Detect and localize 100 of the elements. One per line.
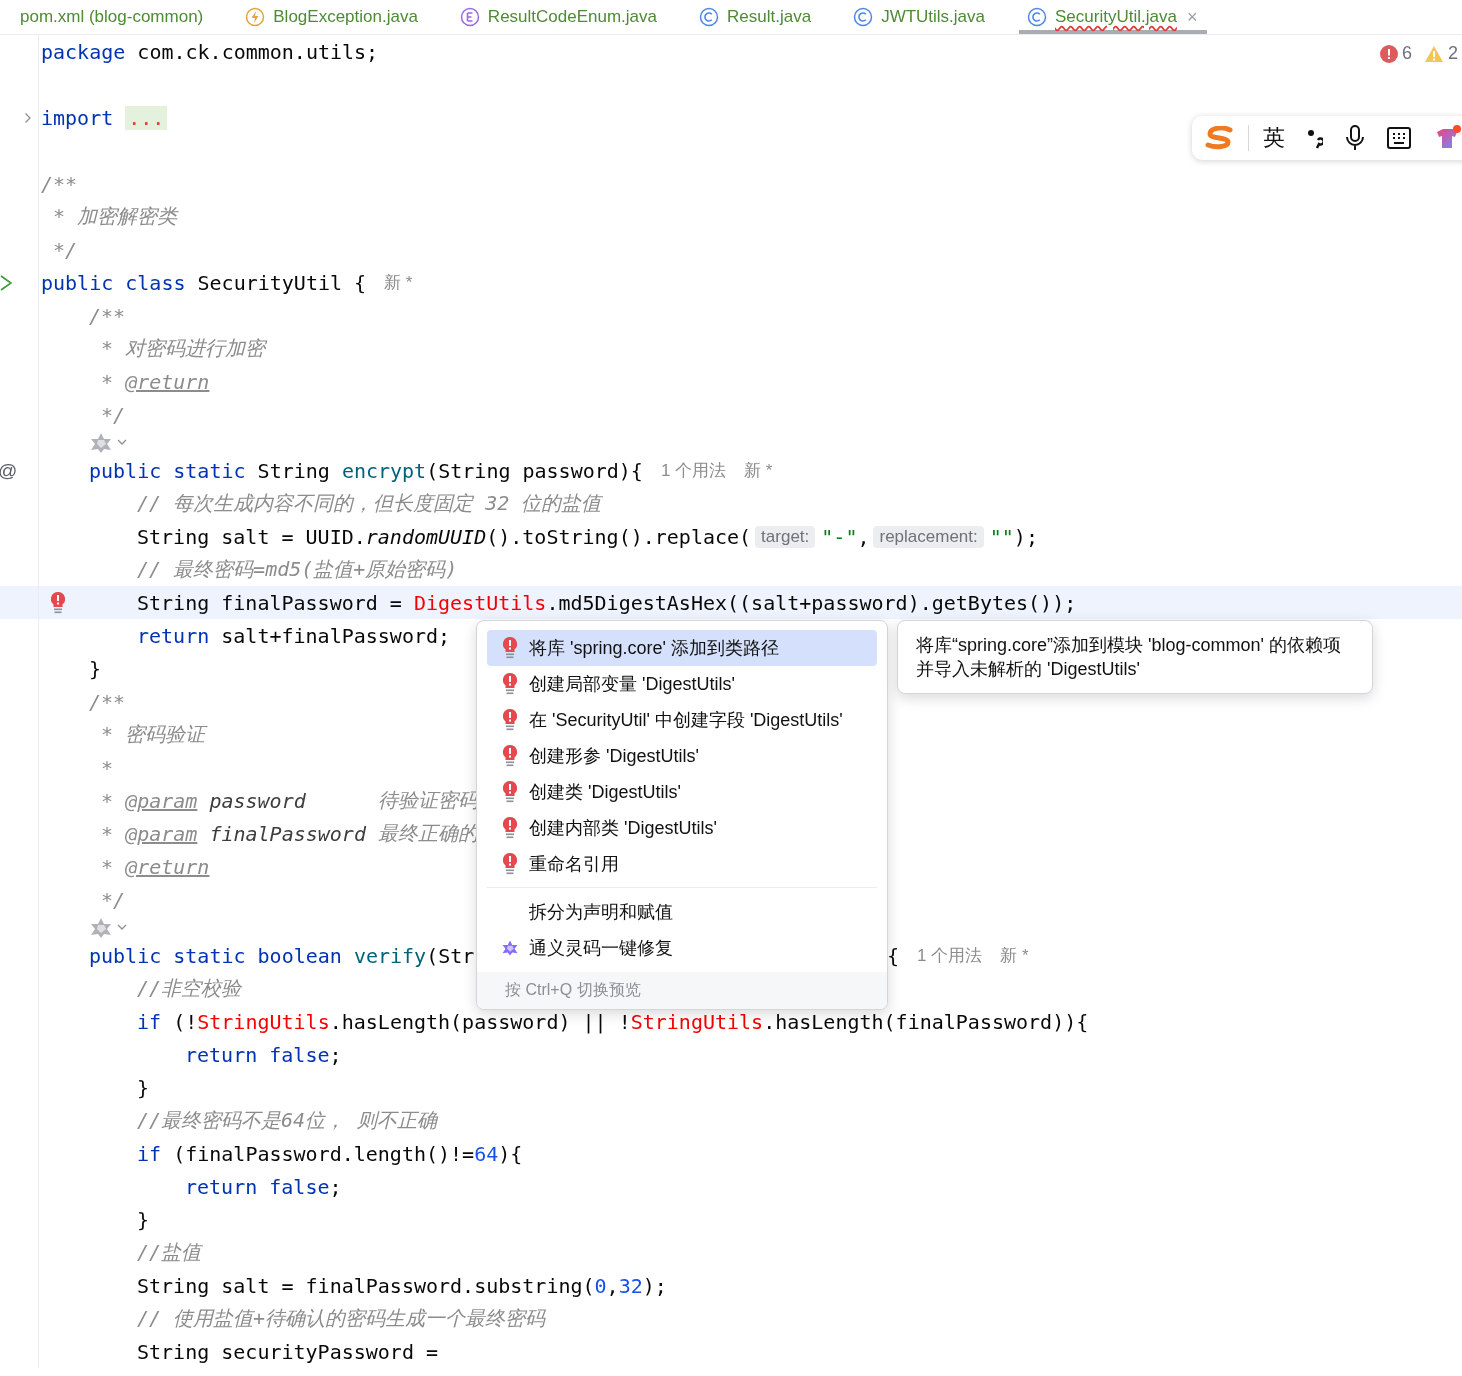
tab-label[interactable]: pom.xml (blog-common): [20, 7, 204, 27]
code-text: String finalPassword =: [137, 590, 403, 615]
enum-icon: [459, 7, 480, 27]
comment: *: [100, 369, 115, 394]
error-bulb-icon[interactable]: [503, 853, 517, 875]
doc-tag: @return: [125, 369, 210, 394]
parameter-hint[interactable]: target:: [755, 525, 816, 548]
fix-preview-tooltip: 将库“spring.core”添加到模块 'blog-common' 的依赖项并导入未解析的 'DigestUtils': [897, 620, 1373, 694]
chevron-down-icon[interactable]: [117, 924, 127, 931]
editor-tab[interactable]: JWTUtils.java: [845, 0, 994, 34]
editor-tab[interactable]: pom.xml (blog-common): [12, 0, 212, 34]
quick-fix-item[interactable]: 创建内部类 'DigestUtils': [487, 810, 877, 846]
code-text: );: [1013, 524, 1038, 549]
keyword: public class: [41, 270, 186, 295]
comment: *: [100, 854, 115, 879]
error-bulb-icon[interactable]: [503, 817, 517, 839]
comment: //最终密码不是64位， 则不正确: [137, 1107, 438, 1134]
class-icon: [699, 7, 719, 27]
comment: * 加密解密类: [52, 203, 178, 230]
code-text: {: [887, 943, 900, 968]
code-text: com.ck.common.utils;: [136, 39, 379, 64]
code-text: String: [256, 458, 331, 483]
class-icon: [1027, 7, 1048, 27]
usage-hint: 新 *: [744, 460, 773, 482]
editor-tab[interactable]: SecurityUtil.java ×: [1019, 0, 1208, 34]
run-icon[interactable]: [0, 274, 12, 291]
code-text: String securityPassword =: [137, 1339, 439, 1364]
tab-label[interactable]: BlogException.java: [273, 7, 418, 27]
ai-assistant-icon[interactable]: [89, 916, 113, 939]
quick-fix-item[interactable]: 创建类 'DigestUtils': [487, 774, 877, 810]
tab-label[interactable]: ResultCodeEnum.java: [487, 7, 657, 27]
code-text: salt+finalPassword;: [220, 623, 451, 648]
error-icon[interactable]: [1379, 44, 1398, 63]
tab-label[interactable]: JWTUtils.java: [881, 7, 986, 27]
error-bulb-icon[interactable]: [51, 592, 65, 614]
keyword: public static: [89, 458, 246, 483]
comment: //非空校验: [137, 975, 242, 1002]
usage-hint: 新 *: [1000, 945, 1029, 967]
error-bulb-icon[interactable]: [503, 637, 517, 659]
popup-hint: 按 Ctrl+Q 切换预览: [477, 972, 887, 1009]
input-method-logo-icon[interactable]: [1204, 126, 1234, 150]
code-text: .hasLength(finalPassword)){: [763, 1009, 1089, 1034]
quick-fix-item[interactable]: 拆分为声明和赋值: [487, 894, 877, 930]
editor-tab[interactable]: BlogException.java: [237, 0, 426, 34]
code-text: ;: [329, 1174, 342, 1199]
code-text: ,: [606, 1273, 619, 1298]
comment: */: [52, 237, 78, 262]
quick-fix-item[interactable]: 重命名引用: [487, 846, 877, 882]
code-text: .md5DigestAsHex((salt+password).getBytes());: [546, 590, 1077, 615]
method-name: encrypt: [341, 458, 427, 483]
error-bulb-icon[interactable]: [503, 673, 517, 695]
unresolved-symbol: DigestUtils: [413, 590, 547, 615]
method-name: verify: [352, 943, 427, 968]
quick-fix-item[interactable]: 创建形参 'DigestUtils': [487, 738, 877, 774]
quick-fix-item[interactable]: 在 'SecurityUtil' 中创建字段 'DigestUtils': [487, 702, 877, 738]
comment: // 每次生成内容不同的，但长度固定 32 位的盐值: [137, 490, 602, 517]
code-text: );: [642, 1273, 667, 1298]
usage-hint: 1 个用法: [917, 945, 983, 967]
error-bulb-icon[interactable]: [503, 781, 517, 803]
keyword: if: [137, 1141, 162, 1166]
usage-hint: 新 *: [384, 272, 413, 294]
usage-hint: 1 个用法: [660, 460, 727, 482]
comment: * 对密码进行加密: [100, 335, 266, 362]
code-text: String salt = finalPassword.substring(: [137, 1273, 595, 1298]
input-mode-toggle[interactable]: 英: [1263, 123, 1285, 153]
exception-class-icon: [245, 7, 266, 27]
punctuation-icon[interactable]: [1307, 127, 1323, 149]
comment: // 最终密码=md5(盐值+原始密码): [137, 556, 458, 583]
chevron-down-icon[interactable]: [117, 439, 127, 446]
comment: *: [100, 755, 114, 780]
param-name: password: [208, 788, 306, 813]
code-text: (finalPassword.length()!=: [172, 1141, 475, 1166]
class-icon: [853, 7, 874, 27]
error-bulb-icon[interactable]: [503, 709, 517, 731]
keyboard-icon[interactable]: [1387, 127, 1411, 149]
tab-label[interactable]: Result.java: [727, 7, 812, 27]
close-tab-button[interactable]: ×: [1184, 6, 1200, 28]
keyword: import: [41, 105, 114, 130]
override-marker[interactable]: @: [0, 459, 18, 482]
tab-label[interactable]: SecurityUtil.java: [1055, 7, 1177, 27]
quick-fix-item[interactable]: 通义灵码一键修复: [487, 930, 877, 966]
code-text: .hasLength(password) || !: [329, 1009, 631, 1034]
error-bulb-icon[interactable]: [503, 745, 517, 767]
string-literal: "-": [821, 524, 858, 549]
code-text: String salt = UUID.: [137, 524, 366, 549]
error-count: 6: [1401, 43, 1412, 64]
keyword: package: [41, 39, 126, 64]
quick-fix-item[interactable]: 将库 'spring.core' 添加到类路径: [487, 630, 877, 666]
ai-assistant-icon[interactable]: [89, 431, 113, 454]
method-call: randomUUID: [365, 524, 487, 549]
editor-tab[interactable]: ResultCodeEnum.java: [451, 0, 665, 34]
warning-count: 2: [1448, 43, 1458, 64]
keyword: return false: [185, 1042, 330, 1067]
parameter-hint[interactable]: replacement:: [873, 525, 984, 548]
folded-imports[interactable]: ...: [125, 105, 168, 130]
editor-tab[interactable]: Result.java: [691, 0, 820, 34]
quick-fix-item[interactable]: 创建局部变量 'DigestUtils': [487, 666, 877, 702]
keyword: return false: [185, 1174, 330, 1199]
microphone-icon[interactable]: [1345, 125, 1365, 151]
comment: /**: [41, 171, 78, 196]
